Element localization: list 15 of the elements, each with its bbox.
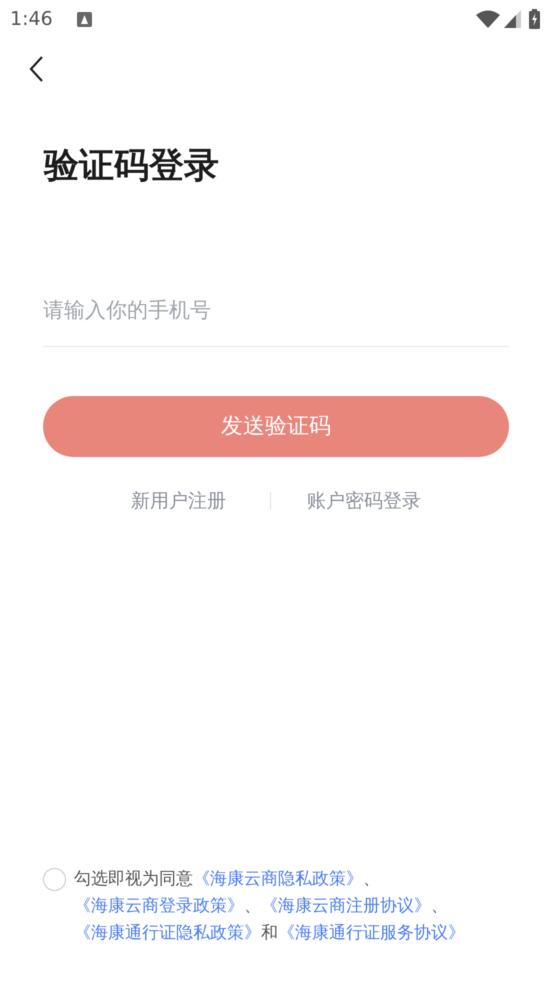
status-time: 1:46 [10,6,53,32]
policy-link[interactable]: 《海康通行证服务协议》 [278,923,465,943]
page-title: 验证码登录 [44,145,220,188]
wifi-icon [476,10,500,28]
policy-link[interactable]: 《海康通行证隐私政策》 [74,923,261,943]
register-link[interactable]: 新用户注册 [131,487,226,516]
battery-icon [529,9,540,29]
agreement-checkbox[interactable] [43,868,66,891]
notification-icon [76,12,92,26]
agreement-text: 勾选即视为同意《海康云商隐私政策》、 《海康云商登录政策》、《海康云商注册协议》、 《海康通行证隐私政策》和《海康通行证服务协议》 [74,868,466,945]
policy-link[interactable]: 《海康云商隐私政策》 [193,869,363,889]
signal-icon [504,10,521,28]
policy-link[interactable]: 《海康云商注册协议》 [261,896,431,916]
password-login-link[interactable]: 账户密码登录 [307,487,421,516]
policy-link[interactable]: 《海康云商登录政策》 [74,896,244,916]
